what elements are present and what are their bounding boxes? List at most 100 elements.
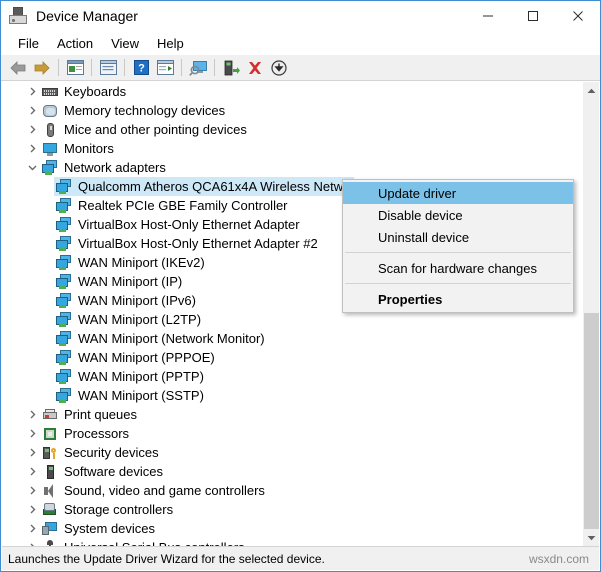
chevron-right-icon[interactable] [24,139,40,158]
menu-bar: File Action View Help [1,31,600,55]
menu-action[interactable]: Action [48,34,102,53]
tree-row[interactable]: Memory technology devices [2,101,582,120]
properties-button[interactable] [96,57,120,79]
tree-item-label: VirtualBox Host-Only Ethernet Adapter [78,217,300,232]
disable-device-button[interactable] [243,57,267,79]
tree-item-label: Print queues [64,407,137,422]
toolbar-separator [91,59,92,76]
maximize-button[interactable] [510,1,555,31]
context-menu-item[interactable]: Disable device [343,204,573,226]
chevron-right-icon[interactable] [24,443,40,462]
menu-view[interactable]: View [102,34,148,53]
menu-help[interactable]: Help [148,34,193,53]
chevron-right-icon[interactable] [24,481,40,500]
show-hide-console-tree-button[interactable] [63,57,87,79]
scroll-up-button[interactable] [583,82,599,99]
chevron-right-icon[interactable] [24,101,40,120]
back-button[interactable] [6,57,30,79]
device-tree[interactable]: Keyboards Memory technology devices Mice a… [2,82,582,546]
tree-item-icon [54,253,74,272]
context-menu-item[interactable]: Scan for hardware changes [343,257,573,279]
context-menu-item[interactable]: Update driver [343,182,573,204]
context-menu-separator [345,252,571,253]
chevron-right-icon[interactable] [24,82,40,101]
tree-item-label: Network adapters [64,160,166,175]
tree-item-label: Realtek PCIe GBE Family Controller [78,198,288,213]
watermark-text: wsxdn.com [528,551,589,566]
toolbar: ? [1,55,600,81]
tree-row[interactable]: Keyboards [2,82,582,101]
forward-button[interactable] [30,57,54,79]
sound-icon [42,483,58,499]
tree-item-icon [40,538,60,546]
tree-row[interactable]: WAN Miniport (PPPOE) [2,348,582,367]
tree-item-label: Storage controllers [64,502,174,517]
close-button[interactable] [555,1,600,31]
tree-item-label: Sound, video and game controllers [64,483,265,498]
tree-row[interactable]: Storage controllers [2,500,582,519]
context-menu: Update driver Disable device Uninstall dev… [342,179,574,313]
tree-row[interactable]: Network adapters [2,158,582,177]
scan-for-hardware-changes-button[interactable] [153,57,177,79]
tree-row[interactable]: WAN Miniport (PPTP) [2,367,582,386]
tree-row[interactable]: Software devices [2,462,582,481]
tree-item-label: WAN Miniport (SSTP) [78,388,204,403]
tree-item-label: WAN Miniport (Network Monitor) [78,331,265,346]
tree-row[interactable]: Print queues [2,405,582,424]
minimize-button[interactable] [465,1,510,31]
tree-item-icon [54,348,74,367]
tree-item-icon [54,291,74,310]
tree-item-icon [40,120,60,139]
security-device-icon [42,445,58,461]
uninstall-device-button[interactable] [219,57,243,79]
help-button[interactable]: ? [129,57,153,79]
tree-row[interactable]: Security devices [2,443,582,462]
tree-item-icon [54,215,74,234]
software-device-icon [42,464,58,480]
tree-item-icon [54,367,74,386]
chevron-right-icon[interactable] [24,405,40,424]
tree-row[interactable]: System devices [2,519,582,538]
tree-row[interactable]: Mice and other pointing devices [2,120,582,139]
tree-item-label: Monitors [64,141,114,156]
tree-row[interactable]: Universal Serial Bus controllers [2,538,582,546]
window-controls [465,1,600,31]
tree-item-label: WAN Miniport (L2TP) [78,312,202,327]
update-driver-button[interactable] [186,57,210,79]
tree-item-icon [54,386,74,405]
chevron-right-icon[interactable] [24,500,40,519]
tree-row[interactable]: Sound, video and game controllers [2,481,582,500]
system-device-icon [42,521,58,537]
tree-row[interactable]: WAN Miniport (Network Monitor) [2,329,582,348]
tree-item-label: System devices [64,521,156,536]
context-menu-item[interactable]: Uninstall device [343,226,573,248]
chevron-right-icon[interactable] [24,120,40,139]
chevron-right-icon[interactable] [24,519,40,538]
chevron-right-icon[interactable] [24,424,40,443]
tree-item-icon [40,101,60,120]
context-menu-item[interactable]: Properties [343,288,573,310]
toolbar-separator [124,59,125,76]
scroll-down-button[interactable] [583,529,599,546]
network-adapter-icon [56,330,72,347]
menu-file[interactable]: File [9,34,48,53]
tree-row[interactable]: Monitors [2,139,582,158]
printer-icon [42,407,58,423]
tree-item-icon [40,500,60,519]
scrollbar-thumb[interactable] [584,313,599,529]
context-menu-separator [345,283,571,284]
tree-item-label: Memory technology devices [64,103,226,118]
chevron-right-icon[interactable] [24,462,40,481]
tree-row[interactable]: Processors [2,424,582,443]
tree-item-label: Processors [64,426,130,441]
tree-row[interactable]: WAN Miniport (SSTP) [2,386,582,405]
vertical-scrollbar[interactable] [582,82,599,546]
enable-device-button[interactable] [267,57,291,79]
network-adapter-icon [56,254,72,271]
chevron-down-icon[interactable] [24,158,40,177]
keyboard-icon [42,84,58,100]
tree-item-icon [54,310,74,329]
tree-item-label: Software devices [64,464,163,479]
chevron-right-icon[interactable] [24,538,40,546]
tree-item-label: WAN Miniport (IP) [78,274,183,289]
